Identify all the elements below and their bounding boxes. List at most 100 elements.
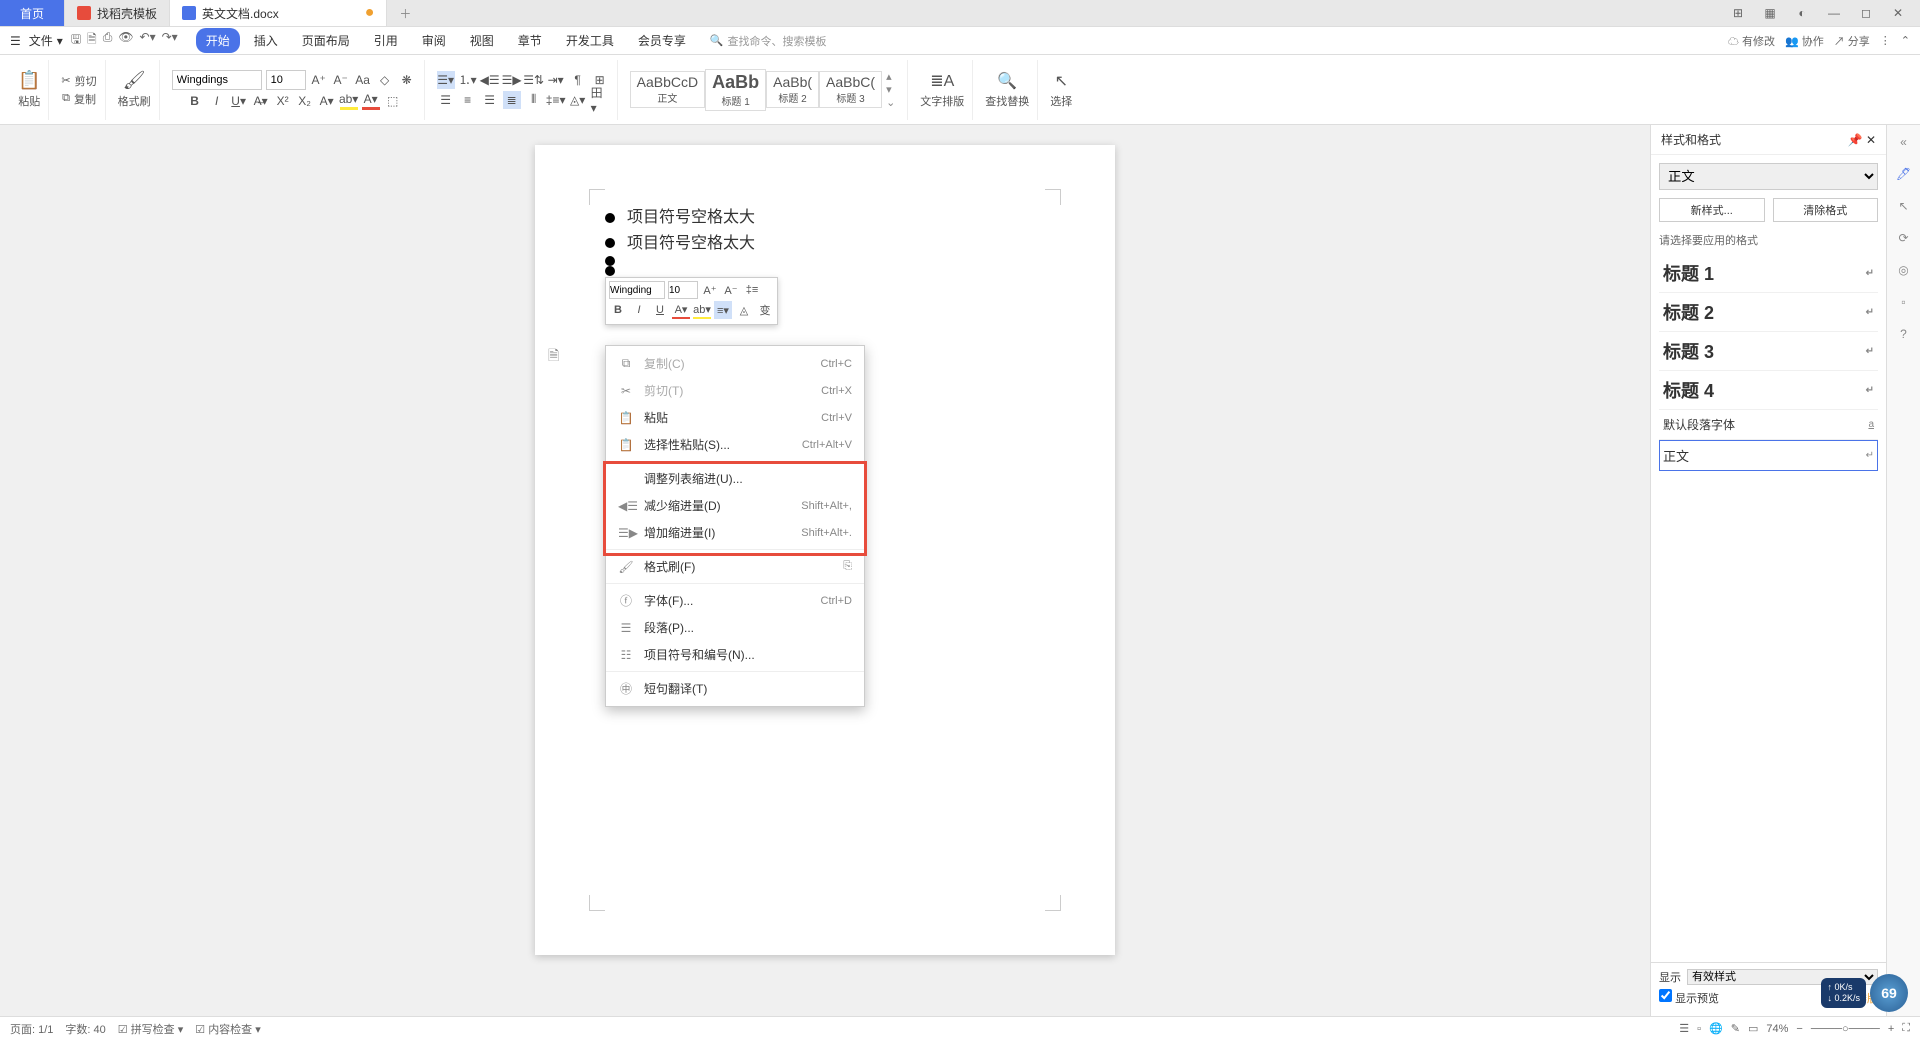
layout-icon[interactable]: ⊞ (1726, 6, 1750, 20)
side-doc-icon[interactable]: ▫ (1901, 295, 1905, 309)
mini-font-name[interactable] (609, 281, 665, 299)
char-border-icon[interactable]: ❋ (398, 71, 416, 89)
mini-shading-icon[interactable]: ◬ (735, 301, 753, 319)
zoom-in-icon[interactable]: + (1888, 1023, 1894, 1035)
paragraph-marker-icon[interactable]: 🗎 (548, 345, 559, 369)
underline-icon[interactable]: U▾ (230, 92, 248, 110)
align-right-icon[interactable]: ☰ (481, 91, 499, 109)
tab-document[interactable]: 英文文档.docx ● (170, 0, 387, 26)
cloud-status[interactable]: ☁ 有修改 (1728, 33, 1775, 49)
show-marks-icon[interactable]: ¶ (569, 71, 587, 89)
user-icon[interactable]: ◐ (1790, 6, 1814, 20)
align-center-icon[interactable]: ≡ (459, 91, 477, 109)
save-icon[interactable]: 🖫 (71, 30, 81, 51)
close-button[interactable]: ✕ (1886, 6, 1910, 20)
menu-tab-review[interactable]: 审阅 (412, 28, 456, 53)
mini-underline-icon[interactable]: U (651, 301, 669, 319)
cm-paste-special[interactable]: 📋选择性粘贴(S)...Ctrl+Alt+V (606, 431, 864, 458)
borders-icon[interactable]: 田▾ (591, 91, 609, 109)
cm-font[interactable]: ⓕ字体(F)...Ctrl+D (606, 587, 864, 614)
menu-tab-member[interactable]: 会员专享 (628, 28, 696, 53)
mini-ruby-icon[interactable]: 变 (756, 301, 774, 319)
menu-tab-start[interactable]: 开始 (196, 28, 240, 53)
zoom-slider[interactable]: ────○──── (1811, 1023, 1880, 1035)
decrease-indent-icon[interactable]: ◀☰ (481, 71, 499, 89)
font-size-select[interactable] (266, 70, 306, 90)
cm-paste[interactable]: 📋粘贴Ctrl+V (606, 404, 864, 431)
distribute-icon[interactable]: ⫴ (525, 91, 543, 109)
copy-button[interactable]: ⧉ 复制 (62, 91, 96, 107)
status-content[interactable]: ☑ 内容检查 ▾ (195, 1021, 261, 1037)
font-color-icon[interactable]: A▾ (362, 92, 380, 110)
mini-linespacing-icon[interactable]: ‡≡ (743, 281, 761, 299)
cm-increase-indent[interactable]: ☰▶增加缩进量(I)Shift+Alt+. (606, 519, 864, 546)
cm-format-brush[interactable]: 🖌格式刷(F)⎘ (606, 553, 864, 580)
cm-adjust-indent[interactable]: 调整列表缩进(U)... (606, 465, 864, 492)
increase-font-icon[interactable]: A⁺ (310, 71, 328, 89)
pin-icon[interactable]: 📌 (1848, 133, 1863, 147)
superscript-icon[interactable]: X² (274, 92, 292, 110)
print-icon[interactable]: ⎙ (103, 30, 113, 51)
format-brush-button[interactable]: 🖌格式刷 (118, 70, 151, 109)
view-page-icon[interactable]: ▫ (1697, 1023, 1701, 1035)
bullet-line[interactable]: 项目符号空格太大 (605, 205, 1045, 231)
strikethrough-icon[interactable]: A̶▾ (252, 92, 270, 110)
bullets-icon[interactable]: ☰▾ (437, 71, 455, 89)
side-expand-icon[interactable]: « (1900, 135, 1907, 149)
side-sync-icon[interactable]: ⟳ (1898, 231, 1908, 245)
style-item-h1[interactable]: 标题 1↵ (1659, 254, 1878, 293)
text-effect-icon[interactable]: A▾ (318, 92, 336, 110)
panel-close-icon[interactable]: ✕ (1866, 133, 1876, 147)
zoom-fit-icon[interactable]: ▭ (1748, 1022, 1758, 1035)
file-menu[interactable]: 文件 ▾ (29, 32, 63, 49)
subscript-icon[interactable]: X₂ (296, 92, 314, 110)
line-spacing-icon[interactable]: ‡≡▾ (547, 91, 565, 109)
side-location-icon[interactable]: ◎ (1898, 263, 1908, 277)
style-down-icon[interactable]: ▾ (886, 83, 895, 96)
mini-increase-font-icon[interactable]: A⁺ (701, 281, 719, 299)
tab-template[interactable]: 找稻壳模板 (65, 0, 170, 26)
undo-icon[interactable]: ↶▾ (140, 30, 156, 51)
menu-tab-chapter[interactable]: 章节 (508, 28, 552, 53)
menu-tab-insert[interactable]: 插入 (244, 28, 288, 53)
shading-icon[interactable]: ◬▾ (569, 91, 587, 109)
find-replace-button[interactable]: 🔍查找替换 (985, 71, 1029, 109)
collab-button[interactable]: 👥 协作 (1785, 33, 1824, 49)
mini-font-size[interactable] (668, 281, 698, 299)
search-box[interactable]: 🔍 查找命令、搜索模板 (710, 33, 827, 49)
style-item-default-font[interactable]: 默认段落字体a (1659, 410, 1878, 440)
network-widget[interactable]: ↑ 0K/s ↓ 0.2K/s 69 (1821, 974, 1908, 1012)
align-left-icon[interactable]: ☰ (437, 91, 455, 109)
mini-bold-icon[interactable]: B (609, 301, 627, 319)
bullet-line[interactable]: 项目符号空格太大 (605, 231, 1045, 257)
tab-add[interactable]: ＋ (387, 0, 423, 26)
style-expand-icon[interactable]: ⌄ (886, 96, 895, 109)
view-outline-icon[interactable]: ✎ (1731, 1022, 1740, 1035)
view-read-icon[interactable]: ☰ (1679, 1022, 1689, 1035)
current-style-select[interactable]: 正文 (1659, 163, 1878, 190)
style-h2[interactable]: AaBb(标题 2 (766, 71, 819, 108)
zoom-value[interactable]: 74% (1766, 1023, 1788, 1035)
cm-translate[interactable]: ㊥短句翻译(T) (606, 675, 864, 702)
tab-icon[interactable]: ⇥▾ (547, 71, 565, 89)
maximize-button[interactable]: ◻ (1854, 6, 1878, 20)
style-h3[interactable]: AaBbC(标题 3 (819, 71, 882, 108)
save-as-icon[interactable]: 🗎 (87, 30, 97, 51)
redo-icon[interactable]: ↷▾ (162, 30, 178, 51)
select-button[interactable]: ↖选择 (1050, 71, 1072, 109)
highlight-icon[interactable]: ab▾ (340, 92, 358, 110)
status-page[interactable]: 页面: 1/1 (10, 1021, 53, 1037)
mini-italic-icon[interactable]: I (630, 301, 648, 319)
text-layout-button[interactable]: ≣A文字排版 (920, 71, 964, 109)
sort-icon[interactable]: ☰⇅ (525, 71, 543, 89)
hamburger-icon[interactable]: ☰ (10, 34, 21, 48)
bullet-line[interactable] (605, 266, 1045, 276)
grid-icon[interactable]: ▦ (1758, 6, 1782, 20)
status-words[interactable]: 字数: 40 (65, 1021, 105, 1037)
style-item-h2[interactable]: 标题 2↵ (1659, 293, 1878, 332)
bullet-line[interactable] (605, 256, 1045, 266)
preview-icon[interactable]: 👁 (118, 30, 133, 51)
side-help-icon[interactable]: ? (1900, 327, 1907, 341)
paste-button[interactable]: 📋粘贴 (18, 70, 40, 109)
cm-paragraph[interactable]: ☰段落(P)... (606, 614, 864, 641)
